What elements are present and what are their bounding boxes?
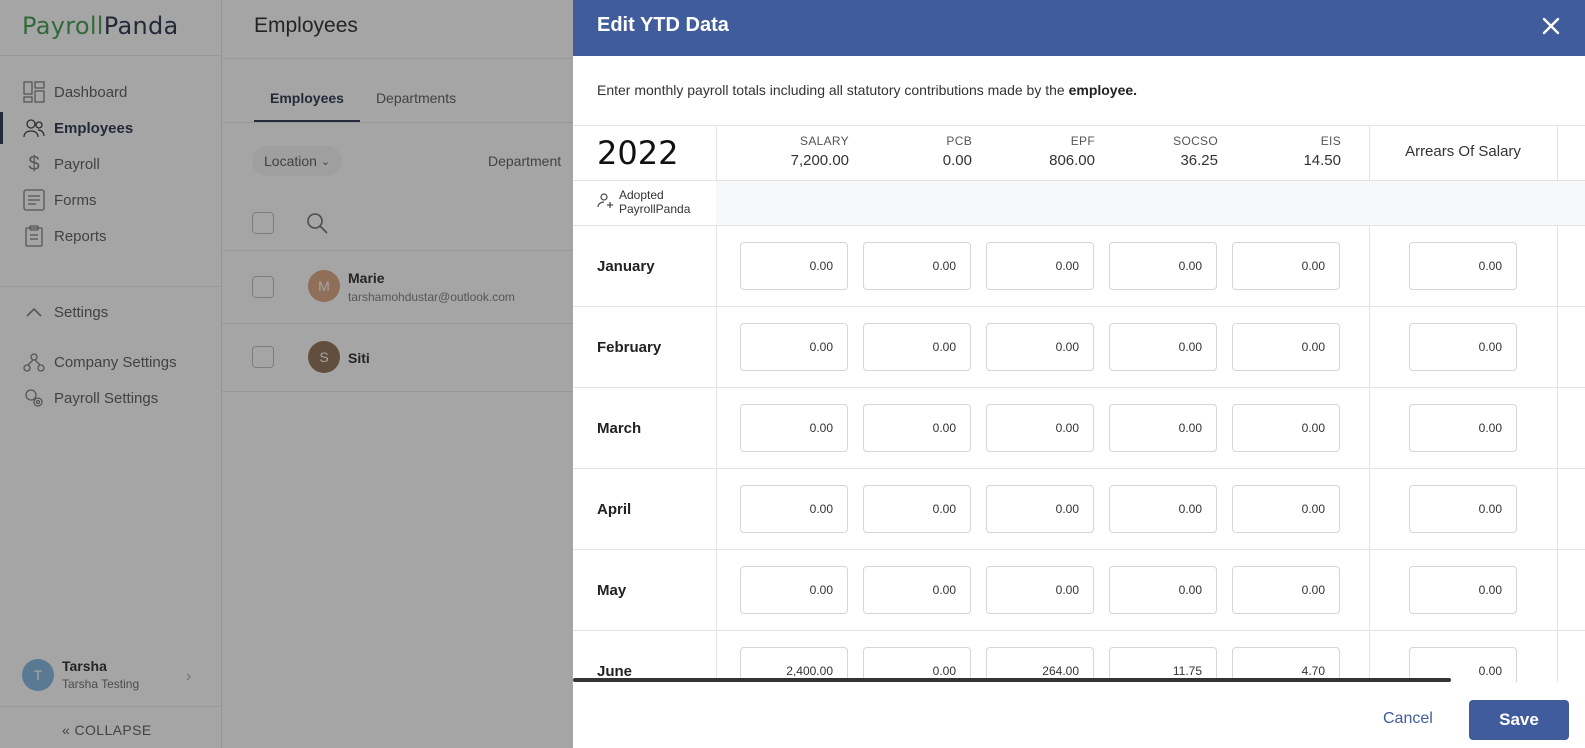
eis-input[interactable] [1232,323,1340,371]
summary-label: EIS [1320,134,1341,148]
summary-pcb: PCB 0.00 [862,134,972,169]
close-button[interactable] [1539,14,1563,38]
pcb-input[interactable] [863,404,971,452]
pcb-input[interactable] [863,323,971,371]
adopted-line1: Adopted [619,188,664,202]
arrears-input[interactable] [1409,566,1517,614]
arrears-input[interactable] [1409,323,1517,371]
intro-text-main: Enter monthly payroll totals including a… [597,82,1069,98]
eis-input[interactable] [1232,242,1340,290]
month-row-march: March [573,388,1585,469]
save-button[interactable]: Save [1469,700,1569,740]
panel-footer: Cancel Save [573,682,1585,748]
epf-input[interactable] [986,242,1094,290]
user-add-icon [597,193,613,208]
month-row-april: April [573,469,1585,550]
eis-input[interactable] [1232,404,1340,452]
summary-value: 806.00 [1049,152,1095,169]
socso-input[interactable] [1109,404,1217,452]
socso-input[interactable] [1109,242,1217,290]
arrears-input[interactable] [1409,404,1517,452]
month-name: May [597,582,627,599]
month-row-may: May [573,550,1585,631]
epf-input[interactable] [986,566,1094,614]
panel-header: Edit YTD Data [573,0,1585,56]
month-name: February [597,339,662,356]
summary-epf: EPF 806.00 [985,134,1095,169]
summary-value: 14.50 [1303,152,1341,169]
arrears-column-header: Arrears Of Salary [1405,143,1521,160]
socso-input[interactable] [1109,566,1217,614]
eis-input[interactable] [1232,566,1340,614]
month-row-february: February [573,307,1585,388]
intro-text-bold: employee. [1068,82,1138,98]
pcb-input[interactable] [863,485,971,533]
year-label: 2022 [597,134,679,172]
cancel-button[interactable]: Cancel [1383,710,1433,728]
adopted-badge: Adopted PayrollPanda [597,188,690,216]
summary-value: 7,200.00 [790,152,849,169]
arrears-input[interactable] [1409,485,1517,533]
salary-input[interactable] [740,485,848,533]
summary-value: 0.00 [942,152,972,169]
salary-input[interactable] [740,242,848,290]
edit-ytd-panel: Edit YTD Data Enter monthly payroll tota… [573,0,1585,748]
summary-label: SALARY [800,134,849,148]
pcb-input[interactable] [863,566,971,614]
socso-input[interactable] [1109,485,1217,533]
close-icon [1542,17,1560,35]
month-name: April [597,501,632,518]
summary-label: EPF [1070,134,1095,148]
salary-input[interactable] [740,323,848,371]
month-name: March [597,420,642,437]
eis-input[interactable] [1232,485,1340,533]
grid-top-border [573,125,1585,126]
summary-label: PCB [946,134,972,148]
adopted-line2: PayrollPanda [619,202,691,216]
summary-eis: EIS 14.50 [1231,134,1341,169]
summary-salary: SALARY 7,200.00 [739,134,849,169]
arrears-input[interactable] [1409,242,1517,290]
summary-value: 36.25 [1180,152,1218,169]
epf-input[interactable] [986,485,1094,533]
adopted-band [716,181,1585,225]
pcb-input[interactable] [863,242,971,290]
summary-label: SOCSO [1173,134,1218,148]
summary-socso: SOCSO 36.25 [1108,134,1218,169]
epf-input[interactable] [986,323,1094,371]
socso-input[interactable] [1109,323,1217,371]
epf-input[interactable] [986,404,1094,452]
month-row-january: January [573,226,1585,307]
salary-input[interactable] [740,404,848,452]
month-name: January [597,258,655,275]
salary-input[interactable] [740,566,848,614]
intro-text: Enter monthly payroll totals including a… [597,82,1137,98]
panel-title: Edit YTD Data [597,14,729,36]
